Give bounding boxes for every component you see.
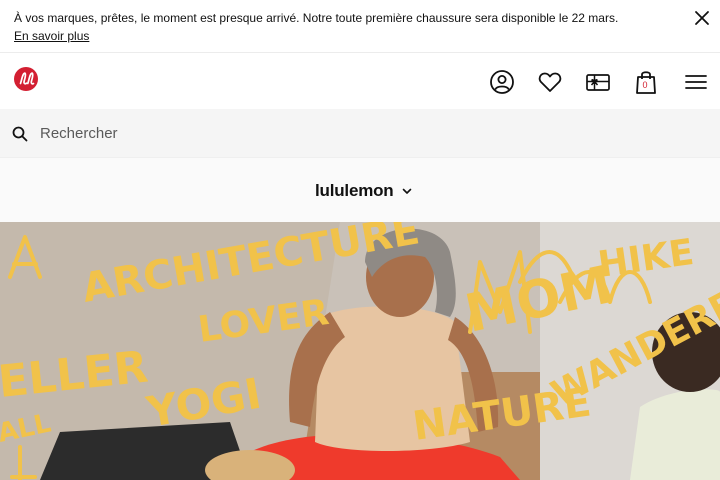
hero-image: ARCHITECTURE LOVER ELLER YOGI MOM HIKE N… bbox=[0, 222, 720, 480]
search-input[interactable] bbox=[40, 119, 700, 147]
brand-selector[interactable]: lululemon bbox=[315, 180, 413, 202]
close-icon[interactable] bbox=[694, 10, 710, 26]
promo-learn-more-link[interactable]: En savoir plus bbox=[14, 28, 89, 44]
account-icon[interactable] bbox=[489, 69, 515, 95]
search-icon bbox=[12, 126, 28, 142]
promo-message: À vos marques, prêtes, le moment est pre… bbox=[14, 11, 619, 25]
promo-banner: À vos marques, prêtes, le moment est pre… bbox=[0, 0, 720, 53]
search-bar bbox=[0, 109, 720, 157]
shopping-bag-button[interactable]: 0 bbox=[635, 69, 657, 95]
hero-banner[interactable]: ARCHITECTURE LOVER ELLER YOGI MOM HIKE N… bbox=[0, 222, 720, 480]
site-header: 0 bbox=[0, 53, 720, 109]
chevron-down-icon bbox=[403, 188, 412, 194]
brand-selector-label: lululemon bbox=[315, 181, 394, 200]
bag-count-badge: 0 bbox=[642, 80, 648, 90]
lululemon-logo[interactable] bbox=[14, 67, 38, 91]
wishlist-heart-icon[interactable] bbox=[537, 69, 563, 95]
gift-card-icon[interactable] bbox=[585, 69, 611, 95]
menu-icon[interactable] bbox=[683, 69, 709, 95]
brand-bar: lululemon bbox=[0, 157, 720, 222]
